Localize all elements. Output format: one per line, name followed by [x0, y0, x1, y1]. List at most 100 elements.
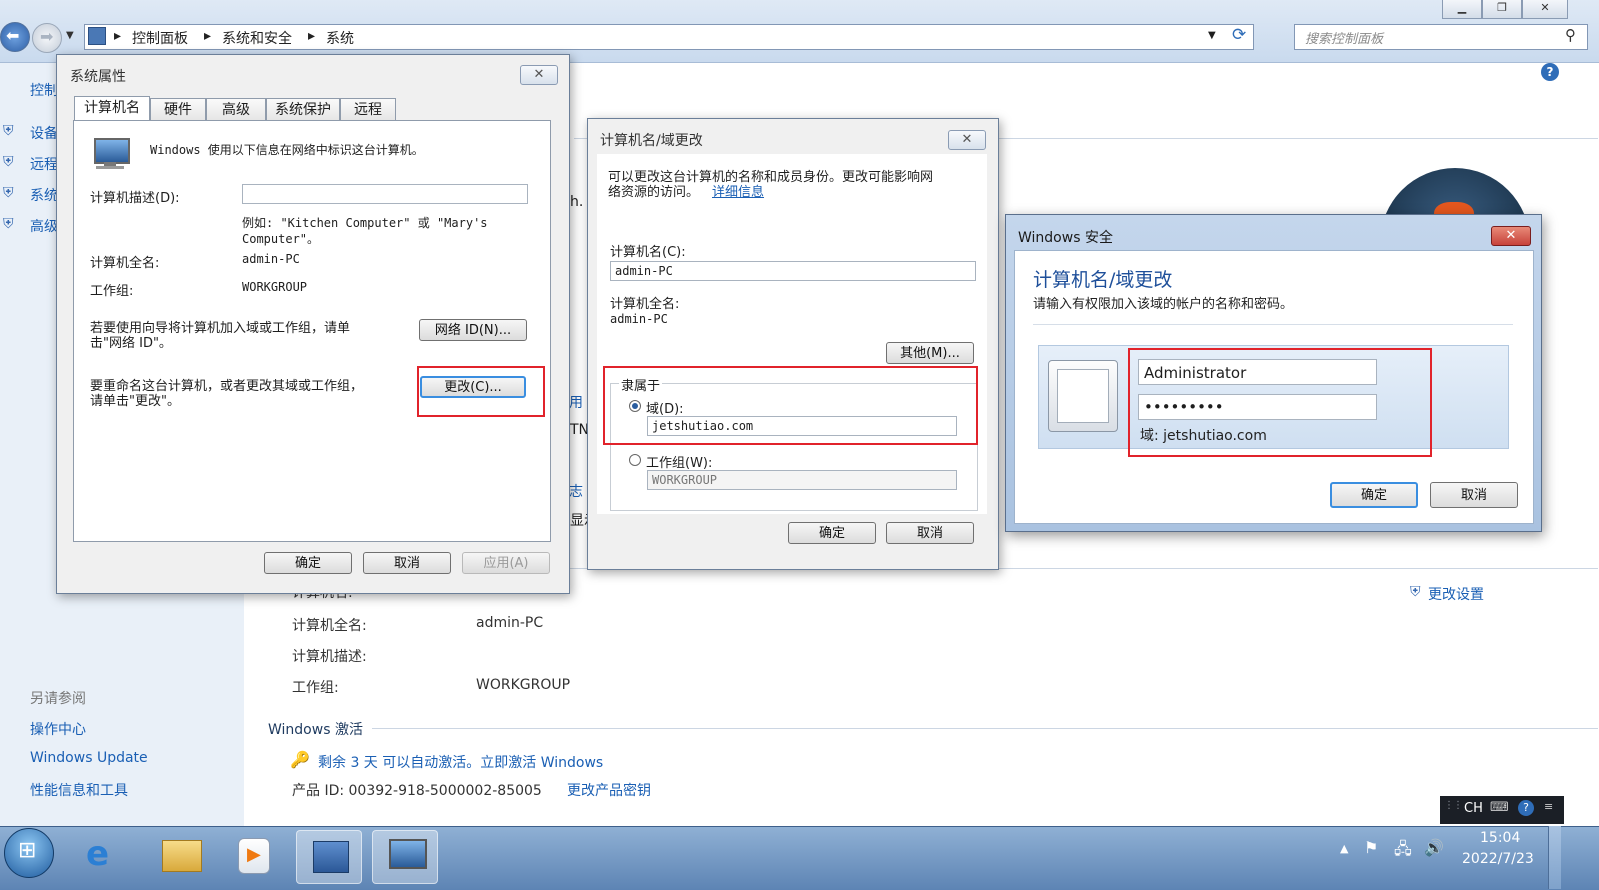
help-icon[interactable]: ?: [1541, 63, 1559, 81]
search-box[interactable]: 搜索控制面板 ⚲: [1294, 24, 1588, 50]
language-indicator[interactable]: CH: [1464, 801, 1483, 816]
workgroup-label: 工作组:: [90, 284, 134, 299]
highlight-box: [603, 366, 978, 445]
domain-change-cancel-button[interactable]: 取消: [886, 522, 974, 544]
folder-icon: [162, 840, 202, 872]
action-center-flag-icon[interactable]: ⚑: [1364, 838, 1378, 857]
tab-advanced[interactable]: 高级: [206, 98, 266, 120]
refresh-icon[interactable]: ⟳: [1232, 25, 1246, 45]
help-icon[interactable]: ?: [1518, 800, 1534, 816]
clock-time[interactable]: 15:04: [1480, 830, 1520, 846]
shield-icon: ⛨: [3, 123, 14, 139]
see-also-performance-tools[interactable]: 性能信息和工具: [30, 780, 128, 800]
left-link-system-protection[interactable]: 系统: [30, 185, 58, 205]
product-id: 产品 ID: 00392-918-5000002-85005: [292, 783, 542, 799]
start-button[interactable]: ⊞: [4, 828, 54, 878]
example-line-2: Computer"。: [242, 232, 320, 246]
close-window-button[interactable]: ✕: [1522, 0, 1568, 19]
full-name-label: 计算机全名:: [292, 618, 367, 634]
volume-icon[interactable]: 🔊: [1424, 838, 1444, 857]
computer-name-input[interactable]: admin-PC: [610, 261, 976, 281]
full-name-value: admin-PC: [610, 312, 668, 326]
workgroup-label: 工作组(W):: [646, 456, 713, 471]
show-hidden-icons-chevron-icon[interactable]: ▲: [1340, 842, 1348, 855]
close-icon[interactable]: ✕: [1491, 226, 1531, 246]
see-also-windows-update[interactable]: Windows Update: [30, 750, 148, 766]
full-name-value: admin-PC: [476, 615, 544, 631]
system-properties-title: 系统属性: [70, 69, 126, 85]
sysprops-ok-button[interactable]: 确定: [264, 552, 352, 574]
search-icon[interactable]: ⚲: [1565, 26, 1576, 44]
taskbar-control-panel[interactable]: [296, 830, 362, 884]
security-cancel-button[interactable]: 取消: [1430, 482, 1518, 508]
left-link-advanced-settings[interactable]: 高级: [30, 216, 58, 236]
activation-title: Windows 激活: [268, 722, 363, 738]
highlight-box: [417, 366, 545, 417]
domain-change-ok-button[interactable]: 确定: [788, 522, 876, 544]
media-player-icon: ▶: [238, 838, 270, 874]
tab-hardware[interactable]: 硬件: [150, 98, 206, 120]
sysprops-apply-button[interactable]: 应用(A): [462, 552, 550, 574]
control-panel-icon: [88, 27, 106, 45]
network-id-button[interactable]: 网络 ID(N)...: [419, 319, 527, 341]
security-ok-button[interactable]: 确定: [1330, 482, 1418, 508]
grip-icon[interactable]: ⋮⋮: [1444, 800, 1463, 811]
workgroup-radio[interactable]: [629, 454, 641, 466]
breadcrumb-system-security[interactable]: 系统和安全: [222, 28, 292, 48]
more-button[interactable]: 其他(M)...: [886, 342, 974, 364]
internet-explorer-icon: e: [86, 834, 110, 874]
computer-description-input[interactable]: [242, 184, 528, 204]
options-icon[interactable]: ≡: [1544, 800, 1553, 813]
back-arrow-icon: ⬅: [6, 26, 20, 45]
left-link-remote-settings[interactable]: 远程: [30, 154, 58, 174]
left-link-device-manager[interactable]: 设备: [30, 123, 58, 143]
show-desktop-button[interactable]: [1548, 826, 1561, 889]
taskbar-system-properties[interactable]: [372, 830, 438, 884]
sysprops-intro: Windows 使用以下信息在网络中标识这台计算机。: [150, 143, 424, 157]
workgroup-value: WORKGROUP: [476, 677, 571, 693]
forward-button[interactable]: ➡: [32, 23, 62, 53]
tab-remote[interactable]: 远程: [340, 98, 396, 120]
taskbar-media-player[interactable]: ▶: [222, 830, 288, 884]
address-dropdown-icon[interactable]: ▼: [1208, 30, 1216, 41]
domain-change-intro-2: 络资源的访问。: [608, 185, 700, 200]
windows-flag-icon: ⊞: [18, 838, 37, 863]
computer-icon: [90, 136, 130, 170]
breadcrumb-control-panel[interactable]: 控制面板: [132, 28, 188, 48]
taskbar-explorer[interactable]: [148, 830, 214, 884]
security-heading: 计算机名/域更改: [1033, 269, 1173, 291]
tab-computer-name[interactable]: 计算机名: [74, 96, 150, 121]
keyboard-icon[interactable]: ⌨: [1490, 800, 1509, 815]
tab-system-protection[interactable]: 系统保护: [266, 98, 340, 120]
full-name-value: admin-PC: [242, 252, 300, 266]
recent-pages-chevron-icon[interactable]: ▼: [66, 30, 74, 41]
taskbar-ie[interactable]: e: [72, 830, 138, 884]
breadcrumb-sep-icon: ▸: [114, 28, 122, 44]
full-name-label: 计算机全名:: [90, 256, 160, 271]
minimize-button[interactable]: ▁: [1442, 0, 1482, 19]
details-link[interactable]: 详细信息: [712, 181, 764, 200]
network-icon[interactable]: 🖧: [1394, 838, 1412, 865]
control-panel-icon: [313, 841, 349, 873]
breadcrumb-system[interactable]: 系统: [326, 28, 354, 48]
workgroup-value: WORKGROUP: [242, 280, 308, 294]
back-button[interactable]: ⬅: [0, 22, 30, 52]
change-product-key-link[interactable]: 更改产品密钥: [567, 780, 651, 800]
search-input[interactable]: 搜索控制面板: [1305, 28, 1383, 47]
security-subtitle: 请输入有权限加入该域的帐户的名称和密码。: [1033, 297, 1294, 312]
activate-windows-link[interactable]: 剩余 3 天 可以自动激活。立即激活 Windows: [318, 752, 603, 772]
rename-line-2: 请单击"更改"。: [90, 394, 180, 409]
full-name-label: 计算机全名:: [610, 297, 680, 312]
left-link-control-panel-home[interactable]: 控制: [30, 80, 58, 100]
shield-icon: ⛨: [3, 216, 14, 232]
clock-date[interactable]: 2022/7/23: [1462, 851, 1534, 867]
workgroup-input[interactable]: WORKGROUP: [647, 470, 957, 490]
see-also-action-center[interactable]: 操作中心: [30, 719, 86, 739]
sysprops-cancel-button[interactable]: 取消: [363, 552, 451, 574]
restore-button[interactable]: ❐: [1482, 0, 1522, 19]
change-settings-link[interactable]: 更改设置: [1428, 584, 1484, 604]
windows-security-title: Windows 安全: [1018, 230, 1113, 246]
section-divider: [372, 728, 1598, 729]
close-icon[interactable]: ✕: [520, 65, 558, 85]
close-icon[interactable]: ✕: [948, 130, 986, 150]
